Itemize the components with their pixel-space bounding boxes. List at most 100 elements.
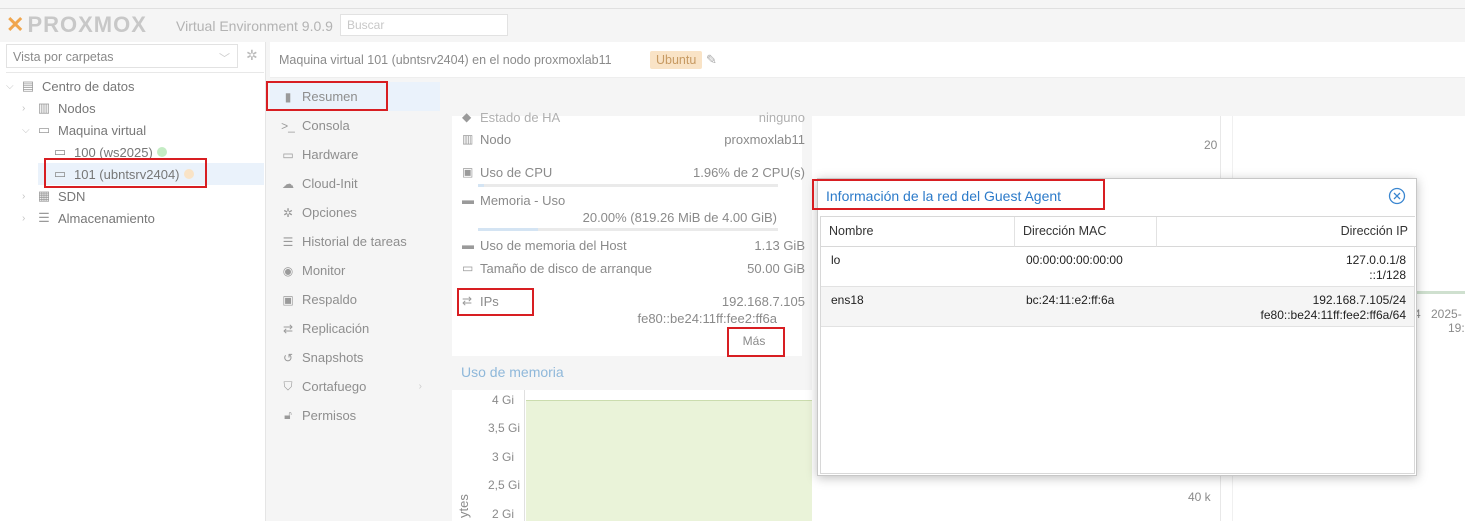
summary-row-cpu: ▣ Uso de CPU 1.96% de 2 CPU(s)	[462, 165, 805, 180]
nav-item-replicacion[interactable]: ⇄ Replicación	[270, 314, 440, 343]
nav-item-label: Opciones	[302, 205, 357, 220]
y-tick-label: 3 Gi	[491, 450, 514, 464]
chevron-right-icon[interactable]: ›	[22, 191, 34, 202]
datacenter-icon: ▤	[21, 78, 35, 93]
column-header-nombre[interactable]: Nombre	[821, 217, 1015, 247]
tree-node-sdn[interactable]: › ▦ SDN	[22, 185, 85, 207]
database-icon: ☰	[38, 210, 50, 225]
desktop-icon: ▭	[282, 147, 294, 162]
tree-node-label: Maquina virtual	[58, 122, 147, 138]
nav-item-hardware[interactable]: ▭ Hardware	[270, 140, 440, 169]
column-header-ip[interactable]: Dirección IP	[1157, 217, 1416, 247]
nav-item-opciones[interactable]: ✲ Opciones	[270, 198, 440, 227]
nav-item-label: Historial de tareas	[302, 234, 407, 249]
cpu-usage-fill	[478, 184, 484, 187]
summary-value: 192.168.7.105	[721, 294, 805, 309]
heartbeat-icon: ◆	[462, 110, 472, 124]
nav-item-label: Consola	[302, 118, 350, 133]
tree-node-nodos[interactable]: › ▥ Nodos	[22, 97, 96, 119]
ip-address: fe80::be24:11ff:fee2:ff6a/64	[1260, 308, 1406, 322]
pencil-icon[interactable]: ✎	[706, 52, 717, 68]
tree-node-label: SDN	[58, 188, 86, 204]
nav-item-consola[interactable]: >_ Consola	[270, 111, 440, 140]
expand-icon[interactable]: ⌵	[6, 81, 18, 92]
chart-tick-label: 40 k	[1188, 490, 1211, 504]
tree-node-datacenter[interactable]: ⌵ ▤ Centro de datos	[6, 75, 135, 97]
view-selector[interactable]: Vista por carpetas ﹀	[6, 44, 238, 68]
table-row[interactable]: ens18 bc:24:11:e2:ff:6a 192.168.7.105/24…	[821, 287, 1414, 327]
chevron-down-icon: ﹀	[219, 53, 230, 65]
table-row[interactable]: lo 00:00:00:00:00:00 127.0.0.1/8 ::1/128	[821, 247, 1414, 287]
status-dot	[156, 147, 167, 157]
page-title: Maquina virtual 101 (ubntsrv2404) en el …	[279, 53, 612, 67]
chart-series-line	[1412, 291, 1465, 294]
y-tick-label: 2,5 Gi	[487, 478, 520, 492]
summary-row-node: ▥ Nodo proxmoxlab11	[462, 132, 805, 147]
chart-tick-label: 19:3	[1448, 321, 1465, 335]
highlight-box	[457, 288, 534, 316]
proxmox-logo[interactable]: ✕ PROXMOX	[6, 12, 147, 37]
chevron-right-icon[interactable]: ›	[22, 103, 34, 114]
cloud-icon: ☁	[282, 176, 294, 191]
chart-tick-label: 2025-	[1431, 307, 1462, 321]
retweet-icon: ⇄	[282, 321, 294, 336]
y-axis-label: ytes	[456, 494, 471, 518]
tag-badge[interactable]: Ubuntu	[650, 51, 703, 69]
ip-address: 192.168.7.105/24	[1312, 293, 1406, 307]
summary-label: Estado de HA	[480, 110, 561, 125]
expand-icon[interactable]: ⌵	[22, 125, 34, 136]
resource-tree-panel: Vista por carpetas ﹀ ✲ ⌵ ▤ Centro de dat…	[0, 42, 266, 521]
summary-value: 50.00 GiB	[747, 261, 805, 276]
nav-item-label: Replicación	[302, 321, 370, 336]
monitor-icon: ▭	[37, 122, 51, 137]
content-header: Maquina virtual 101 (ubntsrv2404) en el …	[270, 42, 1465, 78]
cell-mac: bc:24:11:e2:ff:6a	[1026, 293, 1115, 307]
nav-item-respaldo[interactable]: ▣ Respaldo	[270, 285, 440, 314]
chevron-right-icon[interactable]: ›	[22, 213, 34, 224]
summary-label: Uso de memoria del Host	[480, 238, 627, 253]
summary-row-host-memory: ▬ Uso de memoria del Host 1.13 GiB	[462, 238, 805, 253]
highlight-box	[812, 179, 1105, 210]
tree-node-label: Almacenamiento	[58, 210, 155, 226]
summary-value: ninguno	[758, 110, 805, 125]
nav-item-label: Monitor	[302, 263, 346, 278]
ip-address: ::1/128	[1369, 268, 1406, 282]
cpu-usage-bar	[478, 184, 778, 187]
chart-tick-label: 20	[1204, 138, 1218, 152]
memory-usage-bar	[478, 228, 778, 231]
search-input[interactable]: Buscar	[340, 14, 508, 36]
view-selector-value: Vista por carpetas	[13, 50, 114, 64]
nav-item-label: Permisos	[302, 408, 357, 423]
tree-node-almacenamiento[interactable]: › ☰ Almacenamiento	[22, 207, 155, 229]
summary-value: 1.13 GiB	[754, 238, 805, 253]
summary-panel: ◆ Estado de HA ninguno ▥ Nodo proxmoxlab…	[452, 110, 805, 356]
gear-icon[interactable]: ✲	[246, 47, 258, 64]
memory-usage-fill	[478, 228, 538, 231]
nav-item-monitor[interactable]: ◉ Monitor	[270, 256, 440, 285]
cell-mac: 00:00:00:00:00:00	[1026, 253, 1123, 267]
highlight-box	[266, 81, 388, 111]
chart-axis-line	[524, 390, 525, 521]
tree-node-label: Centro de datos	[42, 78, 135, 94]
list-icon: ☰	[282, 234, 294, 249]
tree-node-maquina-virtual[interactable]: ⌵ ▭ Maquina virtual	[22, 119, 146, 141]
tree-node-label: Nodos	[58, 100, 96, 116]
nav-item-cortafuego[interactable]: ⛉ Cortafuego ›	[270, 372, 440, 401]
chevron-right-icon: ›	[418, 381, 422, 392]
unlock-icon: 🔓︎	[284, 408, 292, 422]
nav-item-snapshots[interactable]: ↺ Snapshots	[270, 343, 440, 372]
summary-value: 1.96% de 2 CPU(s)	[693, 165, 805, 180]
nav-item-label: Hardware	[302, 147, 359, 162]
nav-item-historial[interactable]: ☰ Historial de tareas	[270, 227, 440, 256]
nav-item-permisos[interactable]: 🔓︎ Permisos	[270, 401, 440, 430]
cell-ip: 127.0.0.1/8 ::1/128	[1346, 253, 1406, 283]
memory-icon: ▬	[462, 238, 474, 252]
server-icon: ▥	[462, 132, 474, 146]
gear-icon: ✲	[282, 205, 294, 220]
tree-view: ⌵ ▤ Centro de datos › ▥ Nodos ⌵ ▭ Maquin…	[6, 72, 264, 521]
close-icon[interactable]	[1388, 187, 1406, 205]
nav-item-cloud-init[interactable]: ☁ Cloud-Init	[270, 169, 440, 198]
memory-chart: 4 Gi 3,5 Gi 3 Gi 2,5 Gi 2 Gi ytes	[452, 390, 812, 521]
column-header-mac[interactable]: Dirección MAC	[1015, 217, 1157, 247]
nav-item-label: Cortafuego	[302, 379, 367, 394]
